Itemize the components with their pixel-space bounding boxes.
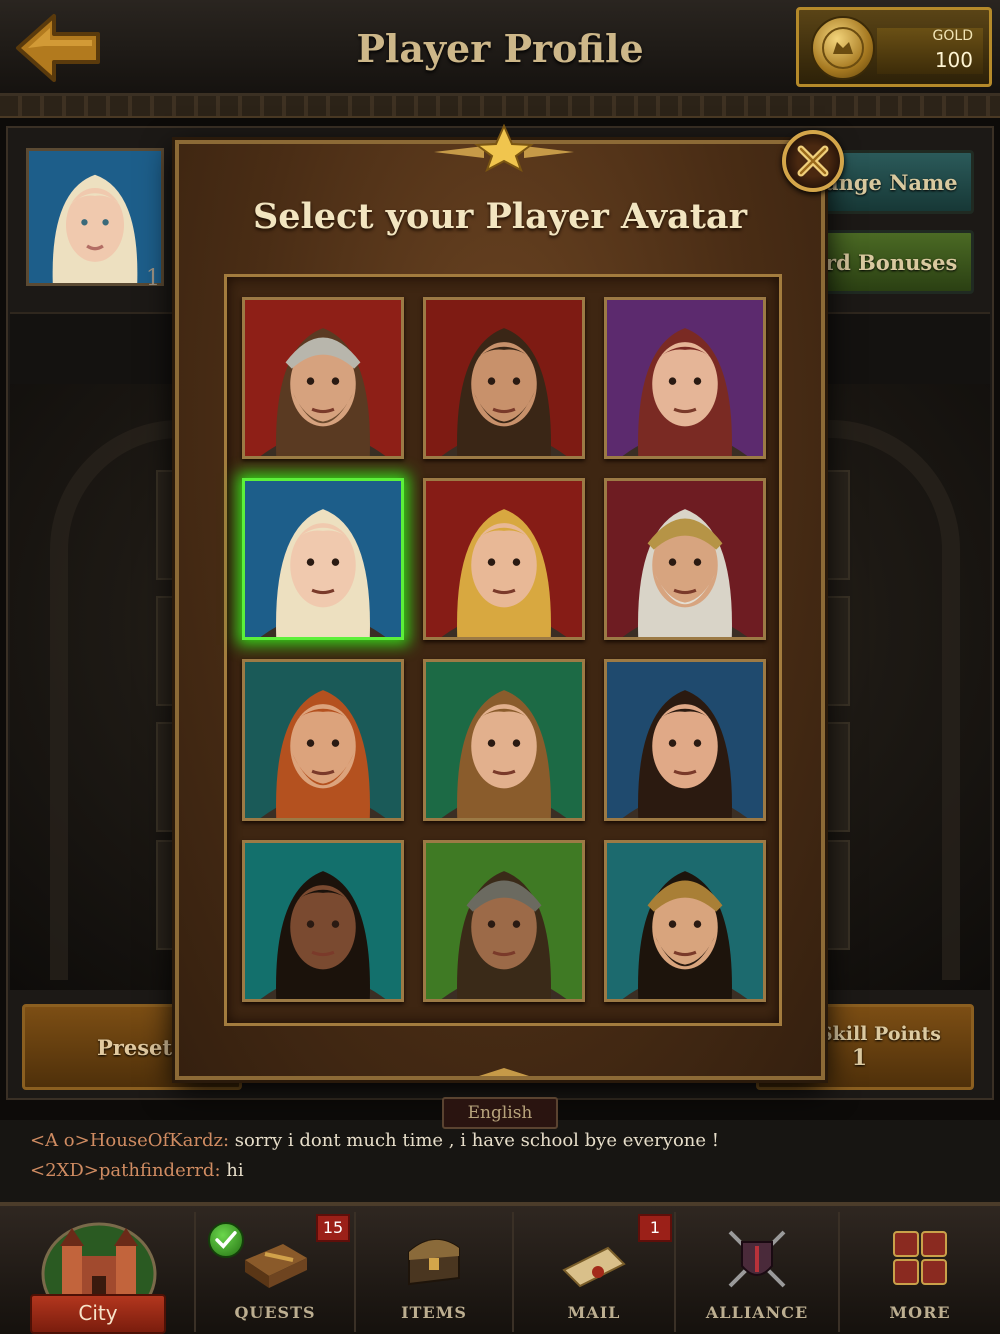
mail-label: MAIL [567, 1303, 621, 1322]
decorative-trim [0, 96, 1000, 118]
presets-label: Presets [97, 1034, 184, 1060]
portrait-image [426, 843, 582, 999]
gold-balance[interactable]: GOLD 100 [796, 7, 992, 87]
avatar-blonde-queen[interactable] [242, 478, 404, 640]
skill-slot [824, 470, 850, 580]
avatar-ginger-bearded-man[interactable] [242, 659, 404, 821]
chat-text: sorry i dont much time , i have school b… [229, 1130, 719, 1151]
gold-value: 100 [934, 48, 973, 72]
alliance-label: ALLIANCE [705, 1303, 809, 1322]
avatar-braided-woman[interactable] [604, 659, 766, 821]
portrait-image [426, 662, 582, 818]
modal-title: Select your Player Avatar [252, 196, 748, 237]
portrait-image [426, 300, 582, 456]
mail-scroll-icon [562, 1246, 626, 1288]
portrait-image [607, 481, 763, 637]
skill-slot [824, 840, 850, 950]
portrait-image [607, 843, 763, 999]
gold-coin-icon [811, 16, 875, 80]
change-name-label: ange Name [825, 169, 958, 195]
items-label: ITEMS [401, 1303, 467, 1322]
chat-sender: <2XD>pathfinderrd: [30, 1160, 221, 1181]
alliance-shield-icon [728, 1230, 786, 1288]
bottom-nav: City 15 QUESTS ITEMS 1 MAIL ALLIANCE MOR… [0, 1202, 1000, 1334]
player-level: 1 [146, 266, 160, 291]
avatar-tribal-warrior[interactable] [242, 840, 404, 1002]
more-grid-icon [893, 1231, 947, 1285]
more-label: MORE [889, 1303, 951, 1322]
portrait-image [245, 662, 401, 818]
nav-city[interactable]: City [0, 1212, 196, 1334]
portrait-image [245, 300, 401, 456]
items-chest-icon [408, 1239, 460, 1286]
chat-text: hi [220, 1160, 244, 1181]
avatar-armored-woman[interactable] [423, 840, 585, 1002]
current-avatar-portrait[interactable] [26, 148, 164, 286]
bonuses-label: rd Bonuses [825, 249, 958, 275]
avatar-select-modal: Select your Player Avatar [175, 124, 844, 1080]
avatar-red-haired-woman[interactable] [604, 297, 766, 459]
nav-mail[interactable]: 1 MAIL [514, 1212, 676, 1332]
mail-badge: 1 [638, 1214, 672, 1242]
close-button[interactable] [782, 130, 844, 192]
quests-chest-icon [245, 1244, 307, 1288]
portrait-image [607, 300, 763, 456]
portrait-image [245, 481, 401, 637]
gold-label: GOLD [932, 28, 973, 44]
quests-label: QUESTS [234, 1303, 316, 1322]
quests-badge: 15 [316, 1214, 350, 1242]
chat-message: <A o>HouseOfKardz: sorry i dont much tim… [30, 1130, 719, 1151]
avatar-eastern-warrior[interactable] [604, 840, 766, 1002]
avatar-painted-warrior-woman[interactable] [423, 478, 585, 640]
nav-items[interactable]: ITEMS [356, 1212, 514, 1332]
portrait-image [607, 662, 763, 818]
star-ornament-icon [434, 124, 574, 172]
bonuses-button[interactable]: rd Bonuses [816, 230, 974, 294]
skill-slot [824, 596, 850, 706]
chat-panel[interactable]: <A o>HouseOfKardz: sorry i dont much tim… [0, 1120, 1000, 1202]
avatar-bearded-warrior-helmet[interactable] [242, 297, 404, 459]
chat-sender: <A o>HouseOfKardz: [30, 1130, 230, 1151]
quest-complete-check-icon [208, 1222, 244, 1258]
nav-more[interactable]: MORE [840, 1212, 1000, 1332]
portrait-image [245, 843, 401, 999]
avatar-noble-lady[interactable] [423, 659, 585, 821]
skill-slot [824, 722, 850, 832]
chat-language-tab[interactable]: English [442, 1097, 558, 1129]
skill-points-value: 1 [851, 1045, 867, 1071]
avatar-grid [224, 274, 782, 1026]
close-icon [797, 145, 829, 177]
portrait-image [29, 151, 161, 283]
chat-message: <2XD>pathfinderrd: hi [30, 1160, 244, 1181]
top-bar: Player Profile GOLD 100 [0, 0, 1000, 96]
avatar-old-king[interactable] [604, 478, 766, 640]
nav-alliance[interactable]: ALLIANCE [676, 1212, 840, 1332]
city-label: City [30, 1294, 166, 1334]
avatar-dark-haired-man[interactable] [423, 297, 585, 459]
bottom-ornament-icon [479, 1068, 529, 1076]
portrait-image [426, 481, 582, 637]
